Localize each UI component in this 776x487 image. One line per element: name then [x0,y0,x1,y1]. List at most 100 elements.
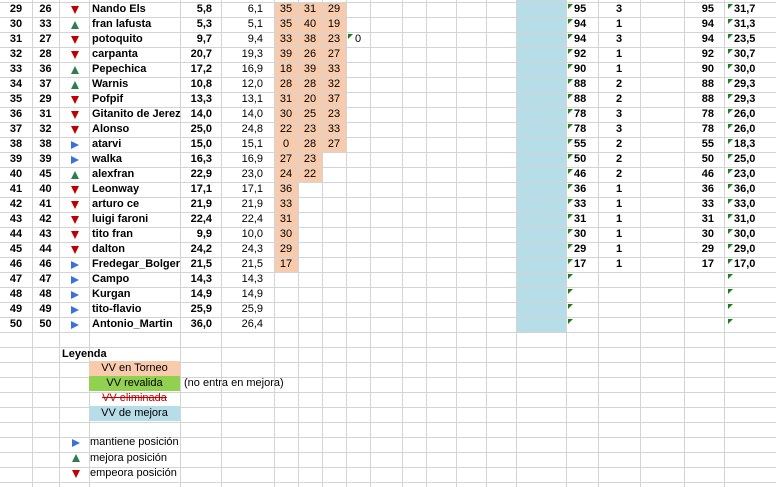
points-total-cell: 50 [701,153,714,165]
tournament-score-cell: 40 [303,18,317,30]
points-cell: 88 [574,93,587,105]
position-cell: 42 [9,198,23,210]
comment-marker-icon [728,184,733,189]
points-total-cell: 36 [701,183,714,195]
tournament-score-cell: 33 [327,63,341,75]
position-cell: 37 [9,123,23,135]
points-cell: 31 [574,213,587,225]
tournament-score-cell: 37 [327,93,341,105]
tournament-score-cell: 27 [279,153,293,165]
previous-position-cell: 33 [39,18,52,30]
spreadsheet-grid[interactable]: 29 26 Nando Els 5,8 6,1 35 31 29 95 3 95 31,7 30 33 fr… [0,0,776,487]
previous-position-cell: 41 [39,198,52,210]
points-total-cell: 33 [701,198,714,210]
value-1-cell: 14,0 [190,108,212,120]
previous-position-cell: 27 [39,33,52,45]
tournament-score-cell: 29 [279,243,293,255]
value-1-cell: 10,8 [190,78,212,90]
tournament-score-cell: 33 [279,33,293,45]
count-cell: 1 [615,258,623,270]
value-1-cell: 5,3 [196,18,212,30]
count-cell: 2 [615,93,623,105]
value-2-cell: 24,3 [241,243,263,255]
value-1-cell: 15,0 [190,138,212,150]
value-2-cell: 15,1 [241,138,263,150]
comment-marker-icon [568,64,573,69]
count-cell: 1 [615,228,623,240]
comment-marker-icon [728,244,733,249]
player-name: luigi faroni [92,213,149,225]
average-cell: 26,0 [734,123,756,135]
tournament-score-cell: 26 [303,48,317,60]
value-2-cell: 13,1 [241,93,263,105]
player-name: potoquito [92,33,143,45]
legend-title: Leyenda [62,348,107,360]
previous-position-cell: 49 [39,303,52,315]
worsens-position-icon [71,126,79,134]
comment-marker-icon [568,19,573,24]
legend-tournament-swatch: VV en Torneo [89,361,180,376]
improvement-column [516,0,566,332]
position-cell: 29 [9,3,23,15]
improves-position-icon [71,171,79,179]
comment-marker-icon [728,304,733,309]
comment-marker-icon [568,94,573,99]
value-2-cell: 6,1 [247,3,263,15]
value-1-cell: 14,3 [190,273,212,285]
comment-marker-icon [728,64,733,69]
previous-position-cell: 48 [39,288,52,300]
improves-position-icon [71,21,79,29]
previous-position-cell: 44 [39,243,52,255]
average-cell: 36,0 [734,183,756,195]
value-2-cell: 9,4 [247,33,263,45]
previous-position-cell: 40 [39,183,52,195]
previous-position-cell: 29 [39,93,52,105]
points-cell: 94 [574,18,587,30]
previous-position-cell: 31 [39,108,52,120]
position-cell: 47 [9,273,23,285]
worsens-position-icon [71,96,79,104]
maintains-position-icon [71,261,79,269]
count-cell: 3 [615,108,623,120]
value-2-cell: 23,0 [241,168,263,180]
position-cell: 35 [9,93,23,105]
position-cell: 40 [9,168,23,180]
previous-position-cell: 50 [39,318,52,330]
value-1-cell: 21,9 [190,198,212,210]
player-name: Antonio_Martin [92,318,173,330]
comment-marker-icon [728,199,733,204]
comment-marker-icon [728,19,733,24]
legend-revalidated-swatch: VV revalida [89,376,180,391]
position-cell: 39 [9,153,23,165]
comment-marker-icon [568,49,573,54]
count-cell: 2 [615,78,623,90]
position-cell: 46 [9,258,23,270]
average-cell: 31,3 [734,18,756,30]
value-1-cell: 14,9 [190,288,212,300]
comment-marker-icon [568,4,573,9]
average-cell: 25,0 [734,153,756,165]
value-2-cell: 19,3 [241,48,263,60]
points-total-cell: 30 [701,228,714,240]
average-cell: 29,3 [734,93,756,105]
points-total-cell: 90 [701,63,714,75]
comment-marker-icon [728,94,733,99]
value-1-cell: 20,7 [190,48,212,60]
comment-marker-icon [728,229,733,234]
previous-position-cell: 36 [39,63,52,75]
worsens-position-icon [71,246,79,254]
count-cell: 1 [615,18,623,30]
count-cell: 3 [615,123,623,135]
points-total-cell: 46 [701,168,714,180]
points-cell: 78 [574,123,587,135]
position-cell: 48 [9,288,23,300]
position-cell: 31 [9,33,23,45]
tournament-score-cell: 30 [279,108,293,120]
comment-marker-icon [728,109,733,114]
points-cell: 30 [574,228,587,240]
average-cell: 23,5 [734,33,756,45]
previous-position-cell: 32 [39,123,52,135]
tournament-score-cell: 17 [279,258,293,270]
average-cell: 33,0 [734,198,756,210]
points-cell: 46 [574,168,587,180]
